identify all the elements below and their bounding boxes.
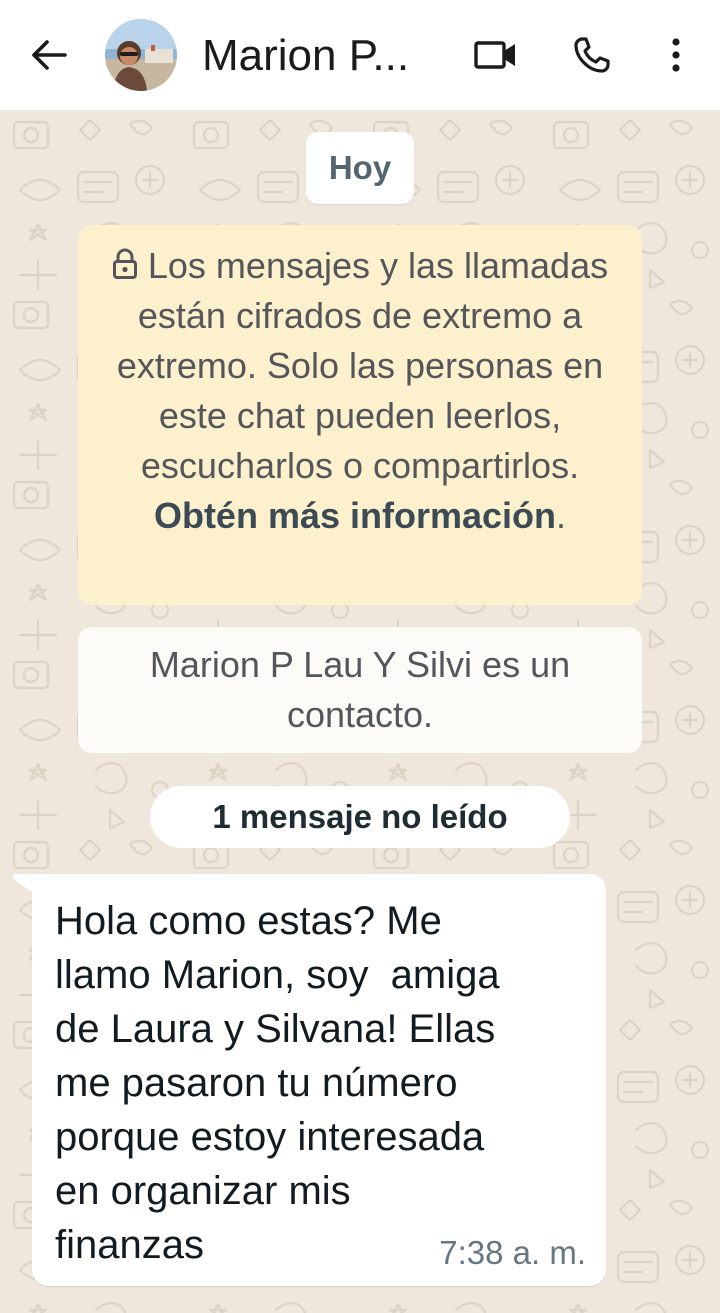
- incoming-message-bubble[interactable]: Hola como estas? Me llamo Marion, soy am…: [32, 874, 606, 1286]
- contact-avatar[interactable]: [105, 19, 177, 91]
- message-text: Hola como estas? Me llamo Marion, soy am…: [55, 899, 500, 1267]
- chat-header: Marion P...: [0, 0, 720, 110]
- message-timestamp: 7:38 a. m.: [439, 1234, 586, 1271]
- back-button[interactable]: [22, 31, 76, 79]
- contact-notice: Marion P Lau Y Silvi es un contacto.: [78, 627, 642, 753]
- video-call-button[interactable]: [472, 31, 520, 79]
- arrow-back-icon: [32, 40, 67, 70]
- learn-more-link[interactable]: Obtén más información: [154, 495, 556, 536]
- phone-call-icon: [574, 37, 610, 73]
- lock-icon: [112, 248, 137, 279]
- voice-call-button[interactable]: [568, 31, 616, 79]
- encryption-period: .: [556, 495, 567, 536]
- encryption-notice[interactable]: Los mensajes y las llamadas están cifrad…: [78, 225, 642, 605]
- contact-name[interactable]: Marion P...: [202, 28, 409, 84]
- date-separator: Hoy: [306, 132, 414, 204]
- avatar-photo: [105, 19, 177, 91]
- video-call-icon: [474, 41, 515, 69]
- more-options-button[interactable]: [652, 31, 700, 79]
- chat-area[interactable]: Hoy Los mensajes y las llamadas están ci…: [0, 110, 720, 1313]
- unread-messages-badge: 1 mensaje no leído: [150, 786, 570, 848]
- encryption-text: Los mensajes y las llamadas están cifrad…: [116, 245, 609, 486]
- more-vertical-icon: [672, 38, 680, 72]
